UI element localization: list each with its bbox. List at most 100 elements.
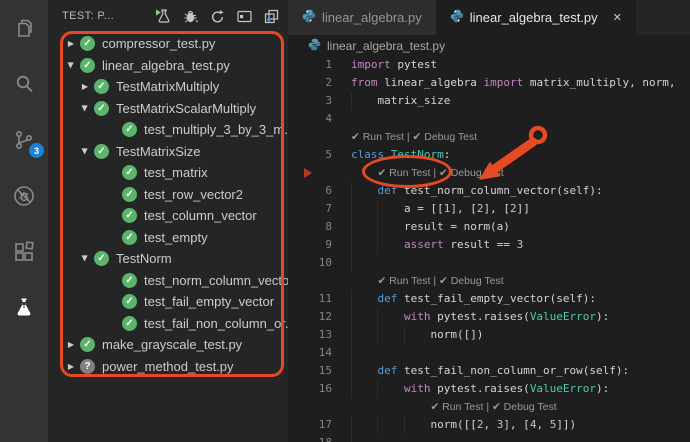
test-passed-icon: ✓: [94, 79, 109, 95]
twisty-icon[interactable]: ▶: [78, 82, 92, 91]
panel-header: TEST: P...: [48, 0, 288, 32]
indent-guide: [351, 254, 377, 272]
twisty-icon[interactable]: ▶: [81, 101, 90, 115]
indent-guide: [351, 236, 377, 254]
line-number: 13: [318, 328, 332, 341]
test-tree-label: test_column_vector: [144, 208, 257, 224]
twisty-icon[interactable]: ▶: [64, 39, 78, 48]
code-line: 4: [288, 110, 690, 128]
line-number: 11: [318, 292, 332, 305]
run-test-link[interactable]: ✔ Run Test: [430, 401, 483, 413]
line-number: 12: [318, 310, 332, 323]
run-test-link[interactable]: ✔ Run Test: [377, 167, 430, 179]
code-line: 11 def test_fail_empty_vector(self):: [288, 290, 690, 308]
test-tree-label: power_method_test.py: [102, 358, 234, 374]
test-tree-item[interactable]: ✓ test_empty: [48, 227, 288, 249]
test-tree-item[interactable]: ▶ ✓ TestMatrixScalarMultiply: [48, 98, 288, 120]
refresh-tests-icon[interactable]: [209, 8, 226, 25]
code-line: 8 result = norm(a): [288, 218, 690, 236]
debug-test-link[interactable]: ✔ Debug Test: [439, 275, 504, 287]
test-passed-icon: ✓: [122, 186, 137, 202]
test-passed-icon: ✓: [80, 57, 95, 73]
test-tree-item[interactable]: ▶ ✓ TestMatrixMultiply: [48, 76, 288, 98]
code-line: 5 class TestNorm:: [288, 146, 690, 164]
run-all-tests-icon[interactable]: [155, 8, 172, 25]
debug-disabled-icon[interactable]: [11, 183, 37, 209]
twisty-icon[interactable]: ▶: [64, 362, 78, 371]
test-tree-label: TestMatrixMultiply: [116, 79, 220, 95]
code-line: 15 def test_fail_non_column_or_row(self):: [288, 362, 690, 380]
line-number: 17: [318, 418, 332, 431]
twisty-icon[interactable]: ▶: [81, 144, 90, 158]
test-tree-item[interactable]: ✓ test_multiply_3_by_3_m...: [48, 119, 295, 141]
indent-guide: [351, 182, 377, 200]
run-test-link[interactable]: ✔ Run Test: [351, 131, 404, 143]
test-tree-label: make_grayscale_test.py: [102, 337, 243, 353]
code-line: 7a = [[1], [2], [2]]: [288, 200, 690, 218]
indent-guide: [351, 290, 377, 308]
code-line: 13 norm([]): [288, 326, 690, 344]
test-tree-item[interactable]: ✓ test_row_vector2: [48, 184, 288, 206]
test-passed-icon: ✓: [80, 36, 95, 52]
source-control-badge: 3: [29, 143, 44, 158]
test-tree-label: test_fail_empty_vector: [144, 294, 275, 310]
test-tree-item[interactable]: ✓ test_fail_non_column_or...: [48, 313, 296, 335]
extensions-icon[interactable]: [11, 239, 37, 265]
code-line: 12 with pytest.raises(ValueError):: [288, 308, 690, 326]
panel-title: TEST: P...: [62, 10, 115, 22]
test-passed-icon: ✓: [122, 208, 137, 224]
tab-linear-algebra[interactable]: linear_algebra.py: [288, 0, 436, 35]
indent-guide: [377, 308, 403, 326]
twisty-icon[interactable]: ▶: [81, 252, 90, 266]
breadcrumb[interactable]: linear_algebra_test.py: [288, 35, 690, 56]
test-tree-label: test_row_vector2: [144, 186, 243, 202]
tab-label: linear_algebra_test.py: [469, 10, 598, 25]
code-line: 1 import pytest: [288, 56, 690, 74]
test-tree-item[interactable]: ▶ ✓ linear_algebra_test.py: [48, 55, 288, 77]
line-number: 16: [318, 382, 332, 395]
indent-guide: [377, 380, 403, 398]
gutter-marker-icon: [304, 168, 312, 178]
source-control-icon[interactable]: 3: [11, 127, 44, 158]
indent-guide: [404, 416, 430, 434]
indent-guide: [377, 326, 403, 344]
twisty-icon[interactable]: ▶: [64, 340, 78, 349]
line-number: 7: [325, 202, 332, 215]
test-tree-item[interactable]: ✓ test_matrix: [48, 162, 288, 184]
debug-all-tests-icon[interactable]: [182, 8, 199, 25]
test-tree-item[interactable]: ✓ test_column_vector: [48, 205, 288, 227]
code-line: 6 def test_norm_column_vector(self):: [288, 182, 690, 200]
twisty-icon[interactable]: ▶: [67, 58, 76, 72]
test-tree-item[interactable]: ✓ test_norm_column_vector: [48, 270, 294, 292]
debug-test-link[interactable]: ✔ Debug Test: [439, 167, 504, 179]
testing-beaker-icon[interactable]: [11, 295, 37, 321]
indent-guide: [351, 344, 377, 362]
test-passed-icon: ✓: [122, 315, 137, 331]
test-tree-item[interactable]: ▶ ✓ TestNorm: [48, 248, 288, 270]
debug-test-link[interactable]: ✔ Debug Test: [413, 131, 478, 143]
code-line: 17 norm([[2, 3], [4, 5]]): [288, 416, 690, 434]
test-passed-icon: ✓: [122, 122, 137, 138]
search-icon[interactable]: [11, 71, 37, 97]
collapse-all-icon[interactable]: [263, 8, 280, 25]
test-tree-label: compressor_test.py: [102, 36, 216, 52]
tab-linear-algebra-test[interactable]: linear_algebra_test.py ✕: [435, 0, 636, 35]
test-tree-item[interactable]: ▶ ✓ make_grayscale_test.py: [48, 334, 288, 356]
test-tree-item[interactable]: ▶ ✓ TestMatrixSize: [48, 141, 288, 163]
show-output-icon[interactable]: [236, 8, 253, 25]
test-tree-label: test_fail_non_column_or...: [144, 315, 296, 331]
code-line: 3 matrix_size: [288, 92, 690, 110]
code-area: 1 import pytest 2 from linear_algebra impor…: [288, 56, 690, 442]
indent-guide: [351, 416, 377, 434]
test-tree-item[interactable]: ▶ ✓ compressor_test.py: [48, 33, 288, 55]
explorer-icon[interactable]: [11, 15, 37, 41]
activity-bar: 3: [0, 0, 48, 442]
test-tree-label: test_norm_column_vector: [144, 272, 294, 288]
test-tree-item[interactable]: ▶? power_method_test.py: [48, 356, 288, 378]
breadcrumb-file: linear_algebra_test.py: [327, 38, 446, 53]
debug-test-link[interactable]: ✔ Debug Test: [492, 401, 557, 413]
test-tree-item[interactable]: ✓ test_fail_empty_vector: [48, 291, 288, 313]
indent-guide: [404, 326, 430, 344]
close-tab-icon[interactable]: ✕: [613, 11, 622, 24]
run-test-link[interactable]: ✔ Run Test: [377, 275, 430, 287]
